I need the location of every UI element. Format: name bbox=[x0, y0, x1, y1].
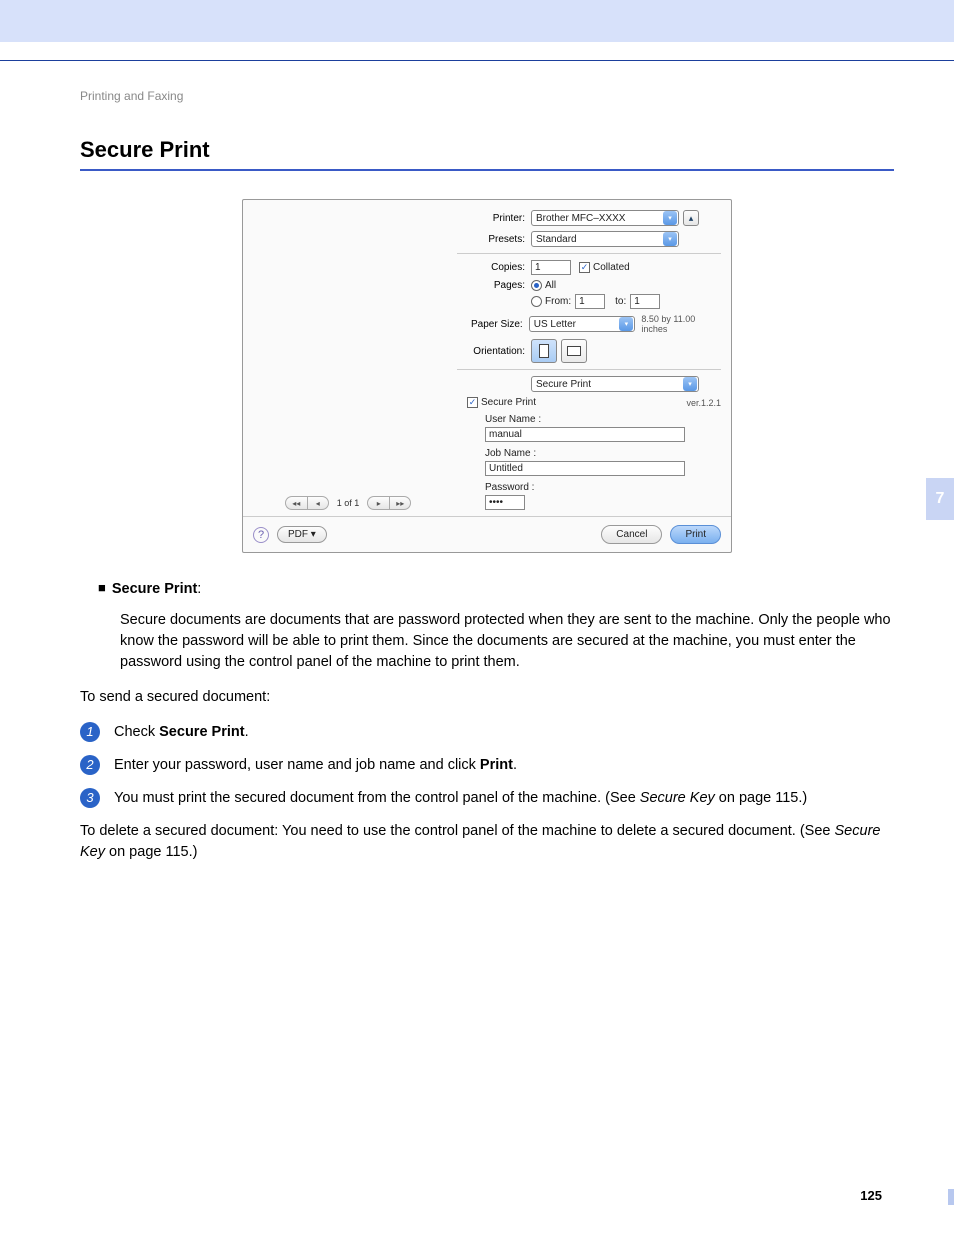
jobname-label: Job Name : bbox=[485, 448, 721, 459]
chapter-tab: 7 bbox=[926, 478, 954, 520]
separator bbox=[457, 369, 721, 370]
step-2-text: Enter your password, user name and job n… bbox=[114, 755, 894, 776]
presets-select[interactable]: Standard ▾ bbox=[531, 231, 679, 247]
pages-to-label: to: bbox=[615, 296, 626, 307]
preview-box bbox=[253, 288, 443, 488]
page-number: 125 bbox=[860, 1188, 882, 1203]
pages-to-input[interactable]: 1 bbox=[630, 294, 660, 309]
jobname-input[interactable]: Untitled bbox=[485, 461, 685, 476]
pages-from-input[interactable]: 1 bbox=[575, 294, 605, 309]
password-input[interactable]: •••• bbox=[485, 495, 525, 510]
papersize-label: Paper Size: bbox=[457, 319, 529, 330]
dropdown-arrow-icon: ▾ bbox=[663, 232, 677, 246]
printer-select[interactable]: Brother MFC–XXXX ▾ bbox=[531, 210, 679, 226]
pages-label: Pages: bbox=[457, 280, 531, 291]
preview-pane: ◂◂ ◂ 1 of 1 ▸ ▸▸ bbox=[243, 204, 453, 516]
username-input[interactable]: manual bbox=[485, 427, 685, 442]
orientation-landscape-button[interactable] bbox=[561, 339, 587, 363]
prev-page-icon[interactable]: ◂ bbox=[307, 496, 329, 510]
landscape-icon bbox=[567, 346, 581, 356]
portrait-icon bbox=[539, 344, 549, 358]
pages-all-radio[interactable] bbox=[531, 280, 542, 291]
pages-from-label: From: bbox=[545, 296, 571, 307]
papersize-value: US Letter bbox=[534, 319, 576, 330]
print-dialog: ◂◂ ◂ 1 of 1 ▸ ▸▸ Printer: bbox=[242, 199, 732, 553]
cancel-button[interactable]: Cancel bbox=[601, 525, 662, 544]
collated-label: Collated bbox=[593, 262, 630, 273]
secure-print-checkbox[interactable]: ✓ bbox=[467, 397, 478, 408]
send-intro: To send a secured document: bbox=[80, 687, 894, 708]
password-label: Password : bbox=[485, 482, 721, 493]
presets-value: Standard bbox=[536, 234, 577, 245]
secure-print-colon: : bbox=[197, 581, 201, 597]
secure-print-label: Secure Print bbox=[481, 397, 536, 408]
copies-label: Copies: bbox=[457, 262, 531, 273]
copies-input[interactable]: 1 bbox=[531, 260, 571, 275]
orientation-label: Orientation: bbox=[457, 346, 531, 357]
header-rule bbox=[0, 60, 954, 61]
step-badge-3: 3 bbox=[80, 788, 100, 808]
panel-select[interactable]: Secure Print ▾ bbox=[531, 376, 699, 392]
panel-value: Secure Print bbox=[536, 379, 591, 390]
pages-all-label: All bbox=[545, 280, 556, 291]
secure-print-description: Secure documents are documents that are … bbox=[80, 610, 894, 673]
step-badge-1: 1 bbox=[80, 722, 100, 742]
dropdown-arrow-icon: ▾ bbox=[683, 377, 697, 391]
title-rule bbox=[80, 169, 894, 171]
dropdown-arrow-icon: ▾ bbox=[619, 317, 633, 331]
printer-value: Brother MFC–XXXX bbox=[536, 213, 625, 224]
step-3-text: You must print the secured document from… bbox=[114, 788, 894, 809]
next-page-icon[interactable]: ▸ bbox=[367, 496, 389, 510]
first-page-icon[interactable]: ◂◂ bbox=[285, 496, 307, 510]
triangle-up-icon: ▴ bbox=[689, 213, 694, 224]
pdf-button[interactable]: PDF ▾ bbox=[277, 526, 327, 543]
papersize-select[interactable]: US Letter ▾ bbox=[529, 316, 636, 332]
orientation-portrait-button[interactable] bbox=[531, 339, 557, 363]
pager-first-prev[interactable]: ◂◂ ◂ bbox=[285, 496, 329, 510]
pages-range-radio[interactable] bbox=[531, 296, 542, 307]
print-button[interactable]: Print bbox=[670, 525, 721, 544]
username-label: User Name : bbox=[485, 414, 721, 425]
page-title: Secure Print bbox=[80, 137, 894, 163]
breadcrumb: Printing and Faxing bbox=[80, 89, 894, 103]
delete-paragraph: To delete a secured document: You need t… bbox=[80, 821, 894, 863]
printer-status-button[interactable]: ▴ bbox=[683, 210, 699, 226]
dropdown-arrow-icon: ▾ bbox=[663, 211, 677, 225]
separator bbox=[457, 253, 721, 254]
help-icon[interactable]: ? bbox=[253, 527, 269, 543]
square-bullet-icon: ■ bbox=[98, 579, 106, 600]
collated-checkbox[interactable]: ✓ bbox=[579, 262, 590, 273]
pager-text: 1 of 1 bbox=[337, 498, 360, 508]
last-page-icon[interactable]: ▸▸ bbox=[389, 496, 411, 510]
presets-label: Presets: bbox=[457, 234, 531, 245]
header-band bbox=[0, 0, 954, 42]
step-1-text: Check Secure Print. bbox=[114, 722, 894, 743]
printer-label: Printer: bbox=[457, 213, 531, 224]
page-edge-stub bbox=[948, 1189, 954, 1205]
pager-next-last[interactable]: ▸ ▸▸ bbox=[367, 496, 411, 510]
secure-print-term: Secure Print bbox=[112, 581, 197, 597]
version-text: ver.1.2.1 bbox=[686, 398, 721, 408]
papersize-hint: 8.50 by 11.00 inches bbox=[641, 314, 721, 334]
step-badge-2: 2 bbox=[80, 755, 100, 775]
